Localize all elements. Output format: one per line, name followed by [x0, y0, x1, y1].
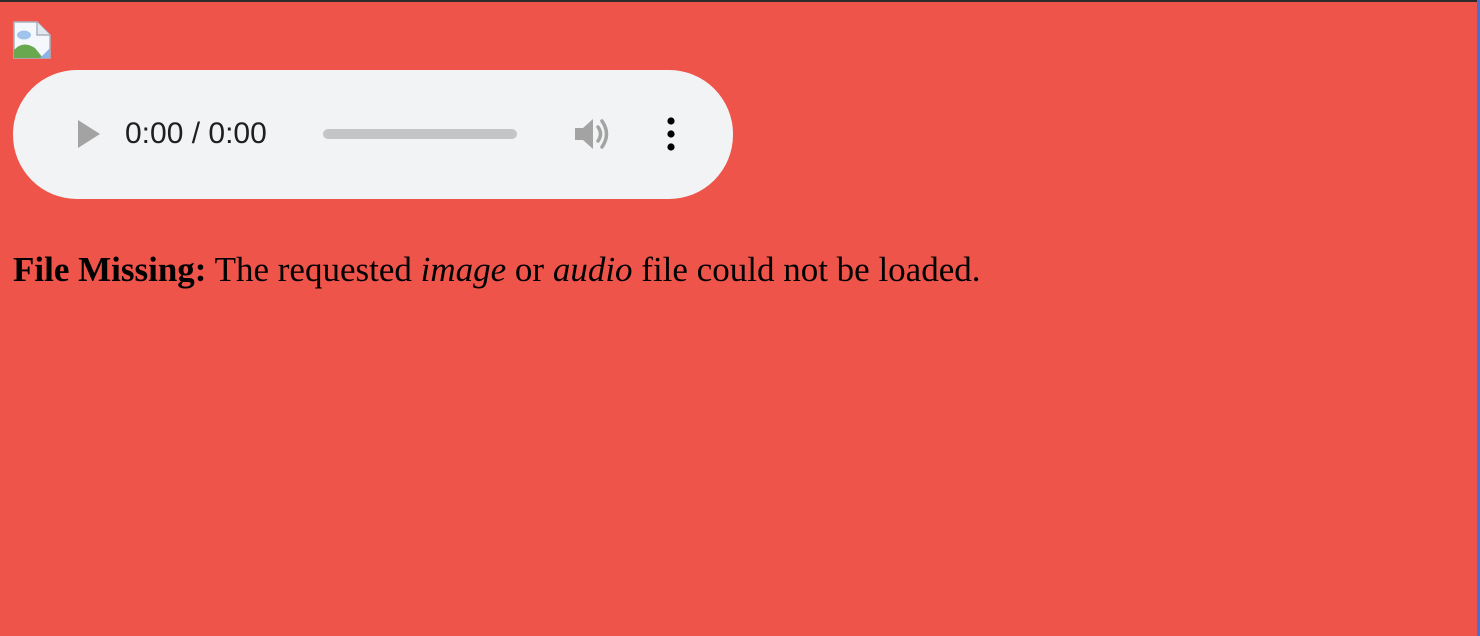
- volume-icon: [575, 119, 609, 149]
- play-button[interactable]: [71, 116, 107, 152]
- play-icon: [78, 120, 100, 148]
- error-label: File Missing:: [13, 250, 207, 289]
- more-vertical-icon: [667, 117, 675, 151]
- error-text-3: file could not be loaded.: [632, 250, 981, 289]
- seek-bar[interactable]: [323, 129, 517, 139]
- time-display: 0:00 / 0:00: [125, 117, 267, 150]
- error-message: File Missing: The requested image or aud…: [13, 248, 981, 292]
- error-emphasis-audio: audio: [552, 250, 633, 289]
- broken-image-icon: [13, 21, 51, 59]
- error-emphasis-image: image: [420, 250, 507, 289]
- error-text-1: The requested: [206, 250, 421, 289]
- more-options-button[interactable]: [659, 114, 683, 154]
- volume-button[interactable]: [571, 114, 615, 154]
- error-text-2: or: [506, 250, 553, 289]
- window-top-border: [0, 0, 1480, 2]
- audio-player[interactable]: 0:00 / 0:00: [13, 70, 733, 199]
